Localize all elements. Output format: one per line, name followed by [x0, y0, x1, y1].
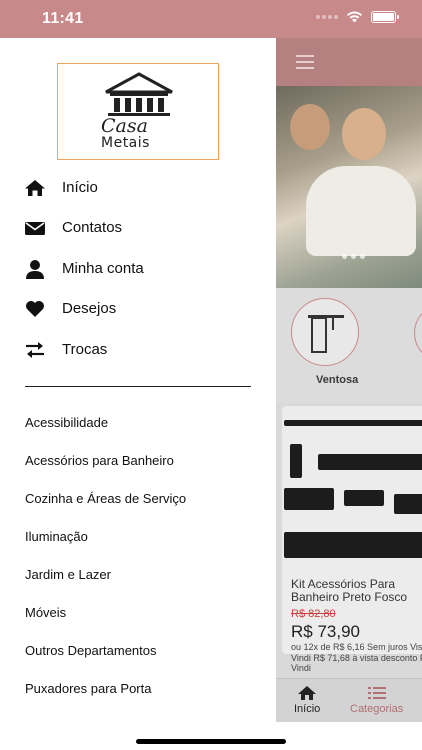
tab-home-label: Início: [294, 703, 321, 715]
hero-banner[interactable]: [276, 86, 422, 288]
menu-item-contatos[interactable]: Contatos: [0, 208, 276, 248]
tab-bar: Início Categorias: [276, 678, 422, 722]
user-icon: [26, 260, 44, 279]
tab-categories-label: Categorias: [350, 703, 404, 715]
home-icon: [298, 686, 317, 700]
swap-arrows-icon: [26, 342, 44, 358]
product-card[interactable]: Kit Acessórios Para Banheiro Preto Fosco…: [282, 406, 422, 673]
menu-divider: [25, 386, 251, 387]
category-ventosa[interactable]: [291, 298, 359, 366]
menu-item-label: Contatos: [62, 219, 123, 236]
wifi-icon: [347, 11, 362, 23]
department-item[interactable]: Acessibilidade: [25, 415, 108, 430]
home-indicator[interactable]: [136, 739, 286, 744]
menu-item-label: Início: [62, 179, 98, 196]
tab-categories[interactable]: Categorias: [350, 685, 403, 715]
category-label: Ventosa: [316, 374, 359, 386]
status-icons: [316, 11, 399, 23]
category-next[interactable]: [414, 308, 422, 358]
product-old-price: R$ 82,80: [291, 608, 336, 620]
menu-item-label: Trocas: [62, 341, 108, 358]
heart-icon: [26, 301, 44, 317]
product-title: Kit Acessórios Para Banheiro Preto Fosco: [291, 577, 408, 604]
product-price: R$ 73,90: [291, 622, 360, 641]
cellular-dots-icon: [316, 15, 338, 19]
menu-item-minha-conta[interactable]: Minha conta: [0, 249, 276, 289]
list-icon: [367, 687, 386, 699]
product-installments: ou 12x de R$ 6,16 Sem juros Visa - Vindi…: [291, 642, 422, 673]
logo-text-casa: Casa: [101, 115, 148, 137]
department-item[interactable]: Outros Departamentos: [25, 643, 157, 658]
department-item[interactable]: Iluminação: [25, 529, 88, 544]
menu-icon[interactable]: [296, 55, 314, 69]
status-time: 11:41: [42, 10, 84, 27]
menu-item-trocas[interactable]: Trocas: [0, 330, 276, 370]
background-app: Ventosa Kit Acessórios Para Banheiro Pre…: [276, 38, 422, 722]
app-header: [276, 38, 422, 86]
menu-item-inicio[interactable]: Início: [0, 168, 276, 208]
mail-icon: [25, 222, 45, 235]
status-bar: 11:41: [0, 0, 422, 38]
department-item[interactable]: Puxadores para Porta: [25, 681, 151, 696]
department-item[interactable]: Acessórios para Banheiro: [25, 453, 174, 468]
banner-pagination: [342, 254, 365, 259]
side-drawer: Casa Metais Início Contatos Minha conta …: [0, 38, 276, 750]
department-item[interactable]: Jardim e Lazer: [25, 567, 111, 582]
product-image: [282, 406, 422, 574]
department-item[interactable]: Móveis: [25, 605, 66, 620]
home-icon: [25, 180, 45, 196]
logo-text-metais: Metais: [101, 135, 150, 151]
department-item[interactable]: Cozinha e Áreas de Serviço: [25, 491, 186, 506]
category-strip: Ventosa: [276, 288, 422, 403]
menu-item-desejos[interactable]: Desejos: [0, 289, 276, 329]
menu-item-label: Desejos: [62, 300, 117, 317]
towel-rack-icon: [308, 315, 344, 353]
tab-home[interactable]: Início: [294, 685, 320, 715]
battery-icon: [371, 11, 399, 23]
menu-item-label: Minha conta: [62, 260, 144, 277]
brand-logo[interactable]: Casa Metais: [57, 63, 219, 160]
